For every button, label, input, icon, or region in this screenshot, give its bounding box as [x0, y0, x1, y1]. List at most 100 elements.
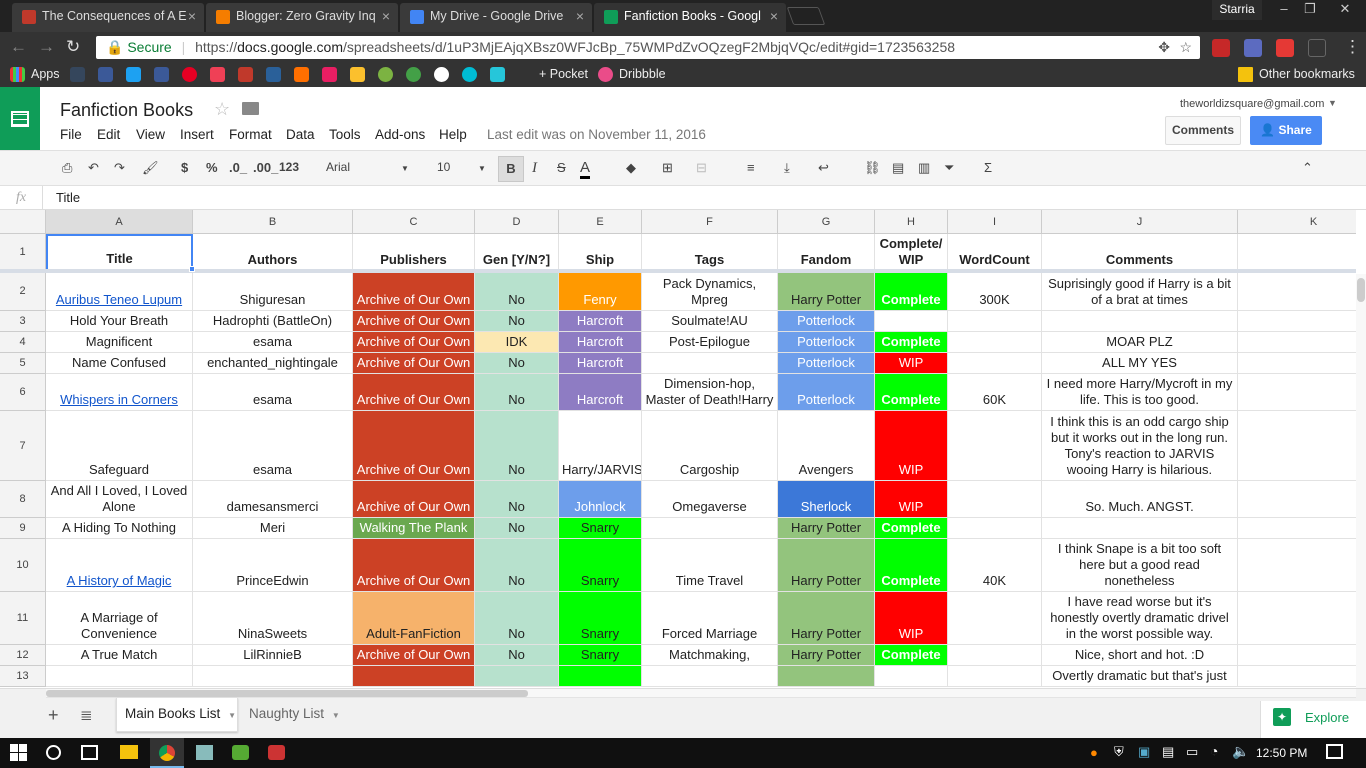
wifi-icon[interactable]: ◔	[1210, 743, 1218, 759]
comment-cell[interactable]	[1042, 518, 1238, 539]
fandom-cell[interactable]: Harry Potter	[778, 539, 875, 592]
network-icon[interactable]: ▤	[1162, 744, 1174, 760]
empty-cell[interactable]	[1238, 311, 1356, 332]
gen-cell[interactable]: No	[475, 592, 559, 645]
wrap-icon[interactable]: ↩	[818, 160, 829, 176]
column-header[interactable]: C	[353, 210, 475, 234]
menu-addons[interactable]: Add-ons	[375, 127, 425, 142]
print-icon[interactable]: ⎙	[62, 160, 72, 176]
wordcount-cell[interactable]	[948, 666, 1042, 687]
empty-cell[interactable]	[1238, 374, 1356, 411]
gen-cell[interactable]: No	[475, 353, 559, 374]
close-icon[interactable]: ×	[382, 3, 390, 30]
bookmark-pocket[interactable]: + Pocket	[539, 67, 588, 81]
ship-cell[interactable]: Fenry	[559, 271, 642, 311]
header-cell[interactable]: Complete/ WIP	[875, 234, 948, 271]
select-all-corner[interactable]	[0, 210, 46, 234]
chevron-down-icon[interactable]: ▼	[401, 164, 409, 173]
align-icon[interactable]: ≡	[747, 160, 755, 175]
row-header[interactable]: 7	[0, 411, 46, 481]
comment-cell[interactable]: Nice, short and hot. :D	[1042, 645, 1238, 666]
status-cell[interactable]: Complete	[875, 332, 948, 353]
column-header[interactable]: A	[46, 210, 193, 234]
folder-icon[interactable]	[242, 102, 259, 115]
apps-icon[interactable]	[10, 67, 25, 82]
ship-cell[interactable]	[559, 666, 642, 687]
row-header[interactable]: 12	[0, 645, 46, 666]
tags-cell[interactable]	[642, 518, 778, 539]
bookmark-icon[interactable]	[238, 67, 253, 82]
fandom-cell[interactable]: Potterlock	[778, 311, 875, 332]
extension-icon[interactable]	[1308, 39, 1326, 57]
valign-icon[interactable]: ⤓	[784, 160, 790, 176]
author-cell[interactable]: PrinceEdwin	[193, 539, 353, 592]
tags-cell[interactable]	[642, 353, 778, 374]
wordcount-cell[interactable]: 40K	[948, 539, 1042, 592]
empty-cell[interactable]	[1238, 271, 1356, 311]
ship-cell[interactable]: Snarry	[559, 518, 642, 539]
publisher-cell[interactable]: Walking The Plank	[353, 518, 475, 539]
column-header[interactable]: D	[475, 210, 559, 234]
title-cell[interactable]: And All I Loved, I Loved Alone	[46, 481, 193, 518]
comment-cell[interactable]: MOAR PLZ	[1042, 332, 1238, 353]
author-cell[interactable]: damesansmerci	[193, 481, 353, 518]
browser-tab[interactable]: The Consequences of A E ×	[12, 3, 204, 32]
comment-cell[interactable]: I think Snape is a bit too soft here but…	[1042, 539, 1238, 592]
author-cell[interactable]: Hadrophti (BattleOn)	[193, 311, 353, 332]
gen-cell[interactable]: No	[475, 271, 559, 311]
status-cell[interactable]	[875, 311, 948, 332]
star-icon[interactable]: ☆	[1179, 36, 1192, 59]
empty-cell[interactable]	[1238, 353, 1356, 374]
header-cell[interactable]: Fandom	[778, 234, 875, 271]
title-cell[interactable]: A Marriage of Convenience	[46, 592, 193, 645]
gen-cell[interactable]	[475, 666, 559, 687]
publisher-cell[interactable]: Archive of Our Own	[353, 353, 475, 374]
menu-insert[interactable]: Insert	[180, 127, 214, 142]
header-cell[interactable]	[1238, 234, 1356, 271]
title-cell[interactable]	[46, 666, 193, 687]
ship-cell[interactable]: Johnlock	[559, 481, 642, 518]
title-cell[interactable]: Magnificent	[46, 332, 193, 353]
gen-cell[interactable]: No	[475, 311, 559, 332]
ship-cell[interactable]: Snarry	[559, 539, 642, 592]
comment-cell[interactable]: I have read worse but it's honestly over…	[1042, 592, 1238, 645]
status-cell[interactable]: WIP	[875, 481, 948, 518]
empty-cell[interactable]	[1238, 481, 1356, 518]
all-sheets-icon[interactable]: ≣	[80, 706, 93, 724]
fandom-cell[interactable]: Sherlock	[778, 481, 875, 518]
account-email[interactable]: theworldizsquare@gmail.com	[1180, 98, 1324, 110]
status-cell[interactable]: WIP	[875, 353, 948, 374]
fandom-cell[interactable]: Potterlock	[778, 332, 875, 353]
header-cell[interactable]: Title	[46, 234, 193, 271]
other-bookmarks[interactable]: Other bookmarks	[1259, 67, 1355, 81]
empty-cell[interactable]	[1238, 645, 1356, 666]
column-header[interactable]: I	[948, 210, 1042, 234]
comment-cell[interactable]	[1042, 311, 1238, 332]
comment-cell[interactable]: Overtly dramatic but that's just	[1042, 666, 1238, 687]
last-edit-link[interactable]: Last edit was on November 11, 2016	[487, 127, 706, 142]
tumblr-icon[interactable]	[70, 67, 85, 82]
fill-color-icon[interactable]: ◆	[626, 160, 636, 176]
row-header[interactable]: 4	[0, 332, 46, 353]
chevron-down-icon[interactable]: ▼	[1328, 98, 1337, 108]
selection-handle[interactable]	[189, 266, 195, 272]
sheets-logo-icon[interactable]	[0, 87, 40, 150]
more-formats-button[interactable]: 123	[279, 160, 299, 174]
tags-cell[interactable]: Soulmate!AU	[642, 311, 778, 332]
tags-cell[interactable]: Dimension-hop, Master of Death!Harry	[642, 374, 778, 411]
sheet-tab-main[interactable]: Main Books List ▼	[116, 698, 238, 732]
tags-cell[interactable]: Matchmaking,	[642, 645, 778, 666]
row-header[interactable]: 5	[0, 353, 46, 374]
font-size-select[interactable]: 10	[437, 160, 450, 174]
close-window-icon[interactable]: ✕	[1324, 0, 1366, 20]
row-header[interactable]: 11	[0, 592, 46, 645]
empty-cell[interactable]	[1238, 518, 1356, 539]
title-cell[interactable]: A History of Magic	[46, 539, 193, 592]
text-color-button[interactable]: A	[580, 160, 591, 179]
chevron-down-icon[interactable]: ▼	[332, 711, 340, 720]
chart-icon[interactable]: ▥	[918, 160, 930, 176]
menu-data[interactable]: Data	[286, 127, 315, 142]
restore-icon[interactable]: ❐	[1296, 0, 1324, 20]
status-cell[interactable]: WIP	[875, 592, 948, 645]
header-cell[interactable]: Comments	[1042, 234, 1238, 271]
